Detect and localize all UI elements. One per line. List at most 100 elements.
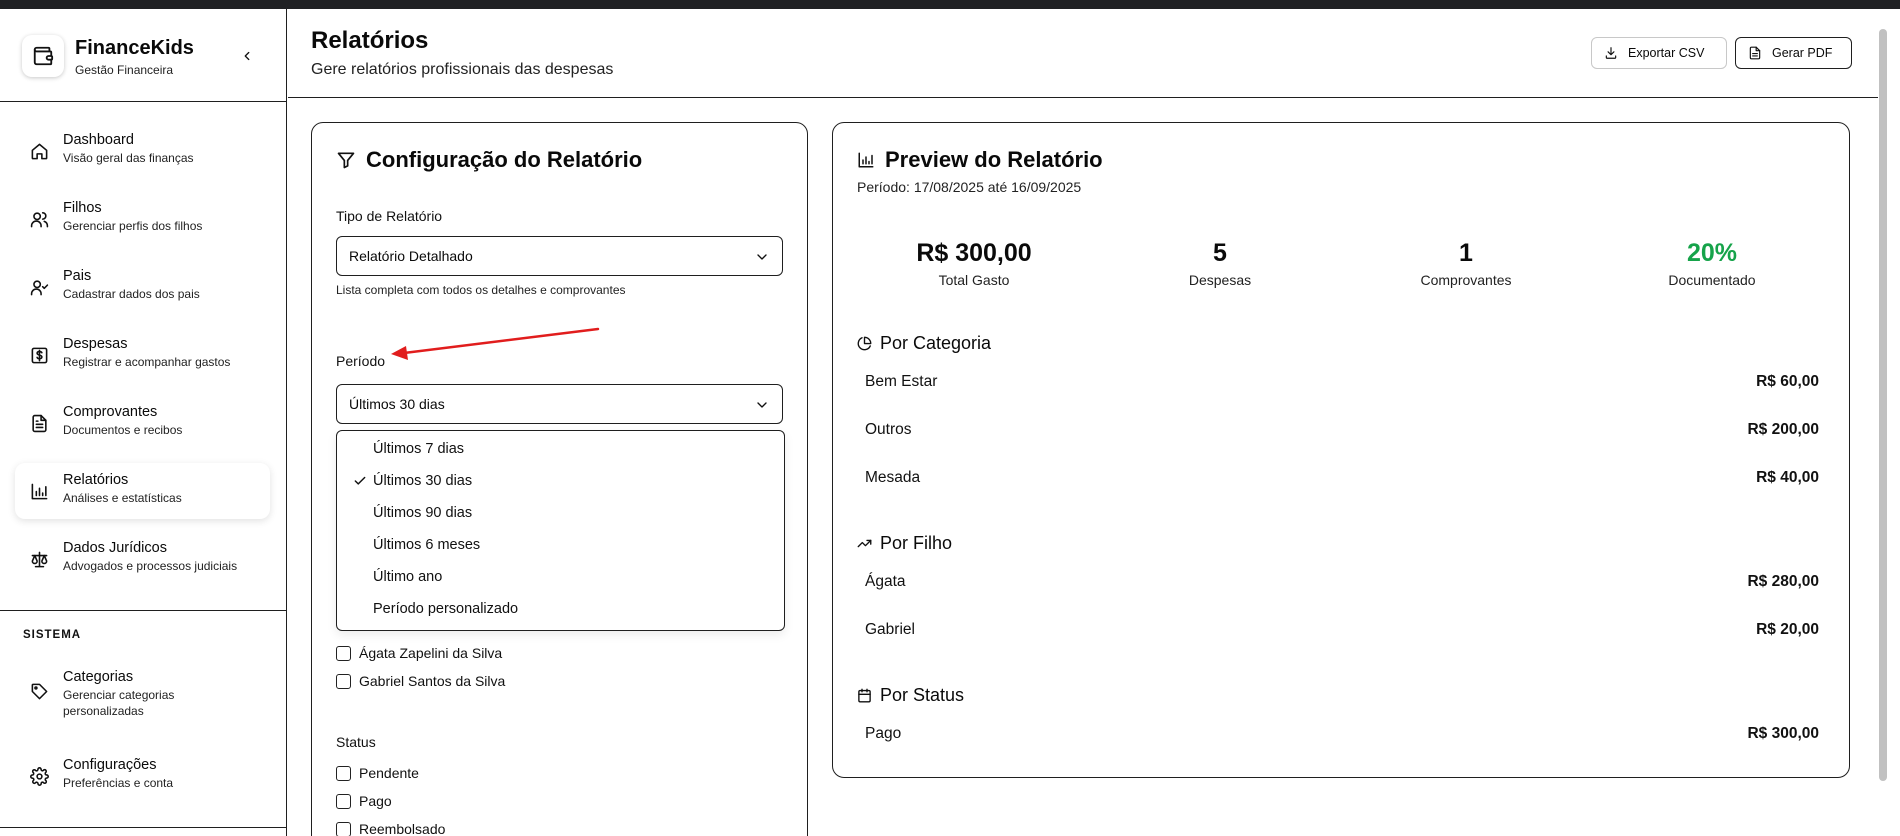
- child-value: R$ 280,00: [1747, 573, 1819, 590]
- category-value: R$ 200,00: [1747, 421, 1819, 438]
- category-name: Bem Estar: [865, 373, 938, 390]
- sidebar-item-despesas[interactable]: Despesas Registrar e acompanhar gastos: [15, 327, 270, 383]
- status-checkbox-row[interactable]: Pago: [336, 792, 392, 810]
- category-value: R$ 60,00: [1756, 373, 1819, 390]
- category-value: R$ 40,00: [1756, 469, 1819, 486]
- sidebar-item-desc: Visão geral das finanças: [63, 151, 194, 165]
- sidebar: FinanceKids Gestão Financeira Dashboard …: [0, 9, 287, 836]
- generate-pdf-button[interactable]: Gerar PDF: [1735, 37, 1852, 69]
- stat-despesas: 5 Despesas: [1097, 239, 1343, 288]
- chevron-left-icon: [244, 51, 250, 61]
- category-row: Mesada R$ 40,00: [865, 469, 1819, 491]
- preview-period: Período: 17/08/2025 até 16/09/2025: [857, 179, 1082, 195]
- by-category-heading: Por Categoria: [857, 333, 991, 354]
- period-option[interactable]: Últimos 7 dias: [343, 434, 778, 464]
- status-name: Reembolsado: [359, 821, 446, 836]
- checkbox[interactable]: [336, 793, 351, 809]
- period-dropdown: Últimos 7 dias Últimos 30 dias Últimos 9…: [336, 430, 785, 631]
- sidebar-item-label: Relatórios: [63, 472, 129, 488]
- chevron-down-icon: [757, 402, 767, 408]
- period-option-selected[interactable]: Últimos 30 dias: [343, 466, 778, 496]
- by-child-title: Por Filho: [880, 533, 953, 553]
- config-title-row: Configuração do Relatório: [336, 147, 642, 173]
- sidebar-item-label: Configurações: [63, 757, 157, 773]
- period-option-label: Últimos 6 meses: [373, 537, 481, 553]
- sidebar-item-desc: Registrar e acompanhar gastos: [63, 355, 231, 369]
- brand-title: FinanceKids: [75, 37, 194, 59]
- brand-subtitle: Gestão Financeira: [75, 63, 174, 77]
- period-option[interactable]: Último ano: [343, 562, 778, 592]
- period-value: Últimos 30 dias: [349, 396, 445, 412]
- filter-icon: [337, 152, 355, 169]
- period-option[interactable]: Últimos 6 meses: [343, 530, 778, 560]
- bar-chart-icon: [29, 481, 49, 501]
- status-checkbox-row[interactable]: Pendente: [336, 764, 419, 782]
- file-text-icon: [29, 413, 49, 433]
- scrollbar-thumb[interactable]: [1879, 29, 1887, 781]
- stat-value: 5: [1213, 239, 1227, 267]
- period-option-label: Últimos 30 dias: [373, 473, 473, 489]
- export-csv-button[interactable]: Exportar CSV: [1591, 37, 1727, 69]
- checkbox[interactable]: [336, 645, 351, 661]
- child-checkbox-row[interactable]: Ágata Zapelini da Silva: [336, 644, 502, 662]
- chevron-down-icon: [757, 254, 767, 260]
- report-preview-card: Preview do Relatório Período: 17/08/2025…: [832, 122, 1850, 778]
- stat-value: R$ 300,00: [916, 239, 1032, 267]
- status-checkbox-row[interactable]: Reembolsado: [336, 820, 445, 836]
- sidebar-item-pais[interactable]: Pais Cadastrar dados dos pais: [15, 259, 270, 315]
- sidebar-item-filhos[interactable]: Filhos Gerenciar perfis dos filhos: [15, 191, 270, 247]
- sidebar-item-desc: Documentos e recibos: [63, 423, 183, 437]
- checkbox[interactable]: [336, 765, 351, 781]
- period-select[interactable]: Últimos 30 dias: [336, 384, 783, 424]
- stat-comprovantes: 1 Comprovantes: [1343, 239, 1589, 288]
- section-divider: [0, 610, 287, 611]
- sidebar-item-desc: Gerenciar categorias: [63, 688, 175, 702]
- checkbox[interactable]: [336, 673, 351, 689]
- app-root: FinanceKids Gestão Financeira Dashboard …: [0, 9, 1900, 836]
- preview-title: Preview do Relatório: [885, 147, 1103, 172]
- collapse-sidebar-button[interactable]: [238, 47, 256, 65]
- sidebar-item-categorias[interactable]: Categorias Gerenciar categorias personal…: [15, 660, 270, 722]
- sidebar-item-label: Pais: [63, 268, 92, 284]
- report-type-help: Lista completa com todos os detalhes e c…: [336, 283, 626, 297]
- status-label: Status: [336, 734, 376, 750]
- category-name: Mesada: [865, 469, 921, 486]
- checkbox[interactable]: [336, 821, 351, 836]
- sidebar-item-dados-juridicos[interactable]: Dados Jurídicos Advogados e processos ju…: [15, 531, 270, 587]
- child-row: Ágata R$ 280,00: [865, 573, 1819, 595]
- status-row: Pago R$ 300,00: [865, 725, 1819, 747]
- category-row: Bem Estar R$ 60,00: [865, 373, 1819, 395]
- stat-total-gasto: R$ 300,00 Total Gasto: [851, 239, 1097, 288]
- sidebar-item-comprovantes[interactable]: Comprovantes Documentos e recibos: [15, 395, 270, 451]
- period-option[interactable]: Últimos 90 dias: [343, 498, 778, 528]
- period-option[interactable]: Período personalizado: [343, 594, 778, 624]
- report-type-select[interactable]: Relatório Detalhado: [336, 236, 783, 276]
- child-name: Ágata Zapelini da Silva: [359, 645, 503, 661]
- child-name: Gabriel: [865, 621, 915, 638]
- sidebar-item-dashboard[interactable]: Dashboard Visão geral das finanças: [15, 123, 270, 179]
- browser-top-strip: [0, 0, 1900, 9]
- by-category-title: Por Categoria: [880, 333, 992, 353]
- status-value: R$ 300,00: [1747, 725, 1819, 742]
- child-value: R$ 20,00: [1756, 621, 1819, 638]
- report-type-value: Relatório Detalhado: [349, 248, 473, 264]
- check-icon: [354, 476, 366, 485]
- preview-title-row: Preview do Relatório: [857, 147, 1103, 173]
- page-header: Relatórios Gere relatórios profissionais…: [288, 9, 1878, 98]
- wallet-icon: [22, 35, 64, 77]
- stat-value: 20%: [1686, 239, 1738, 267]
- child-checkbox-row[interactable]: Gabriel Santos da Silva: [336, 672, 505, 690]
- system-section-label: SISTEMA: [23, 629, 82, 641]
- sidebar-item-configuracoes[interactable]: Configurações Preferências e conta: [15, 748, 270, 804]
- pie-chart-icon: [857, 336, 872, 351]
- stat-label: Comprovantes: [1420, 272, 1512, 288]
- status-name: Pendente: [359, 765, 419, 781]
- home-icon: [29, 141, 49, 161]
- gear-icon: [29, 766, 49, 786]
- sidebar-item-label: Comprovantes: [63, 404, 158, 420]
- sidebar-item-relatorios[interactable]: Relatórios Análises e estatísticas: [15, 463, 270, 519]
- export-csv-label: Exportar CSV: [1628, 46, 1705, 60]
- sidebar-item-label: Filhos: [63, 200, 102, 216]
- report-type-label: Tipo de Relatório: [336, 208, 443, 224]
- page-title: Relatórios: [311, 27, 429, 54]
